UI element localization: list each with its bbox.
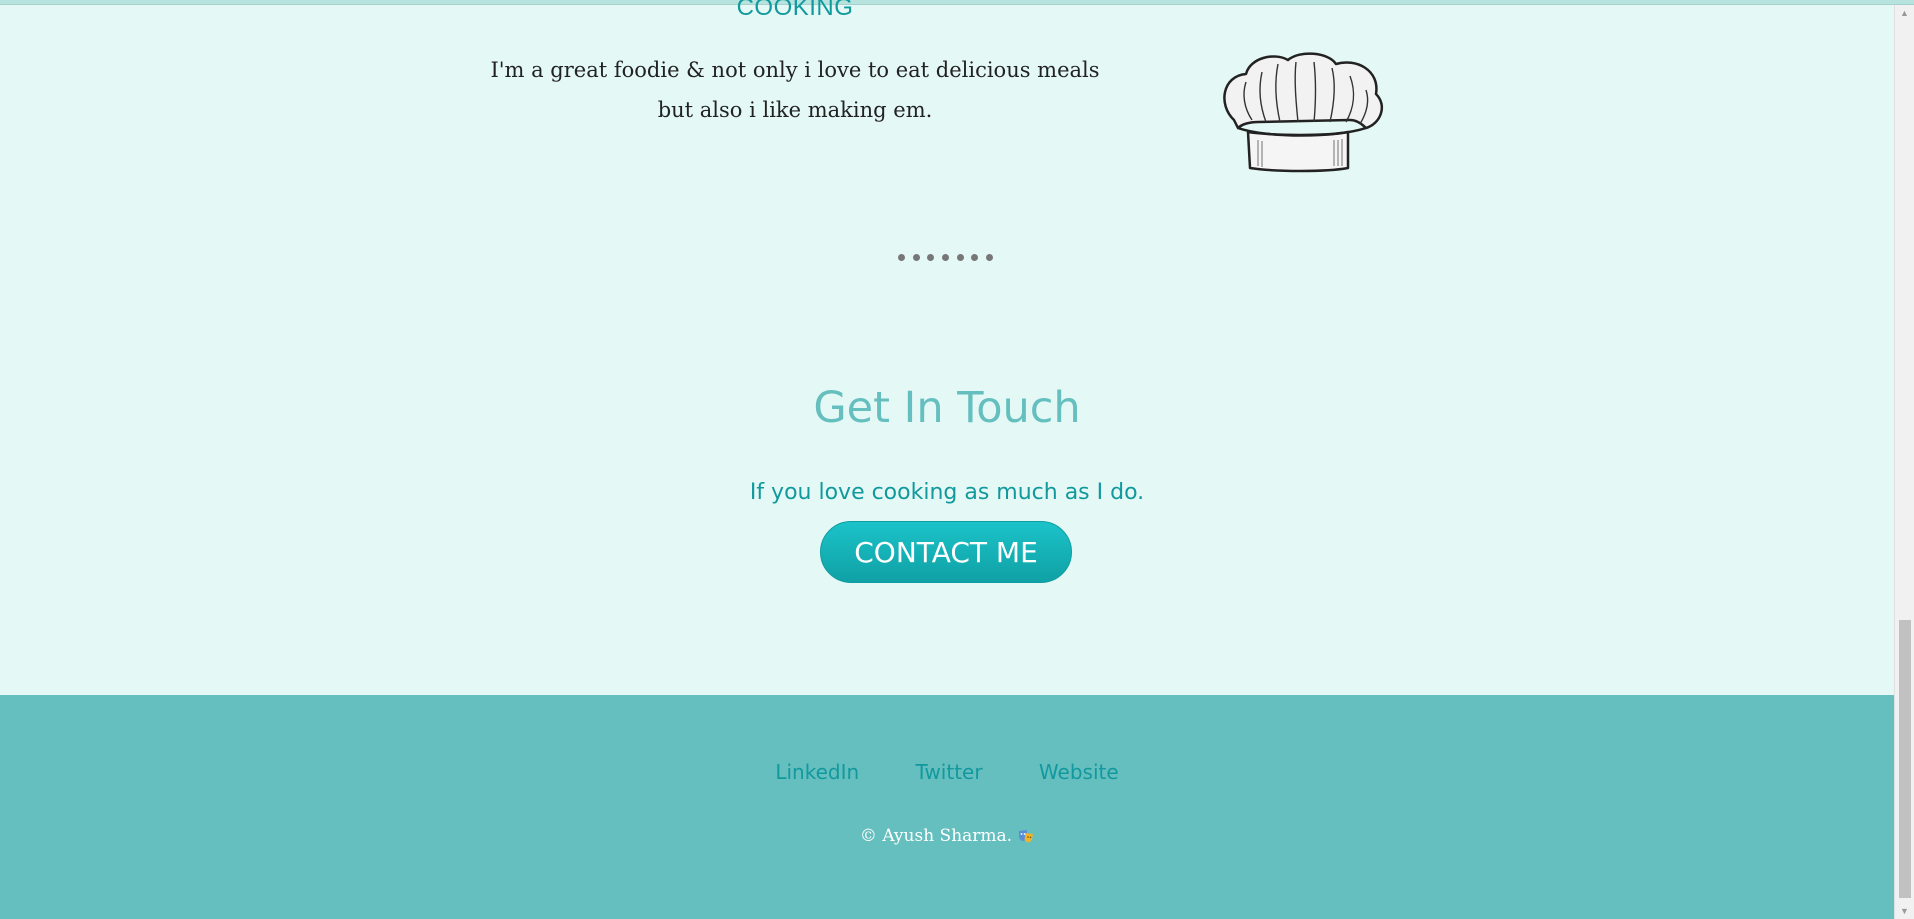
footer-links: LinkedIn Twitter Website [0, 760, 1894, 784]
skill-description: I'm a great foodie & not only i love to … [490, 58, 1100, 122]
main-content: COOKING I'm a great foodie & not only i … [0, 0, 1894, 919]
divider-dot [941, 253, 949, 261]
divider-dot [971, 253, 979, 261]
footer: LinkedIn Twitter Website © Ayush Sharma. [0, 695, 1894, 919]
scroll-down-arrow-icon[interactable]: ▼ [1895, 903, 1914, 919]
footer-link-twitter[interactable]: Twitter [916, 760, 983, 784]
theater-masks-icon [1019, 830, 1034, 843]
contact-me-button[interactable]: CONTACT ME [820, 521, 1072, 583]
divider-dot [956, 253, 964, 261]
contact-subheading: If you love cooking as much as I do. [749, 480, 1145, 505]
page: COOKING I'm a great foodie & not only i … [0, 0, 1914, 919]
chef-hat-icon [1223, 52, 1384, 173]
contact-heading: Get In Touch [813, 383, 1081, 433]
scrollbar-thumb[interactable] [1899, 620, 1911, 898]
divider-dot [985, 253, 993, 261]
divider-dot [912, 253, 920, 261]
skill-title: COOKING [736, 0, 854, 21]
footer-link-website[interactable]: Website [1039, 760, 1119, 784]
copyright: © Ayush Sharma. [0, 826, 1894, 846]
vertical-scrollbar[interactable]: ▲ ▼ [1894, 5, 1914, 919]
footer-link-linkedin[interactable]: LinkedIn [775, 760, 859, 784]
divider-dot [927, 253, 935, 261]
divider-dot [898, 253, 905, 261]
copyright-text: © Ayush Sharma. [859, 826, 1013, 846]
section-divider-dots [898, 250, 993, 264]
scroll-up-arrow-icon[interactable]: ▲ [1895, 5, 1914, 21]
